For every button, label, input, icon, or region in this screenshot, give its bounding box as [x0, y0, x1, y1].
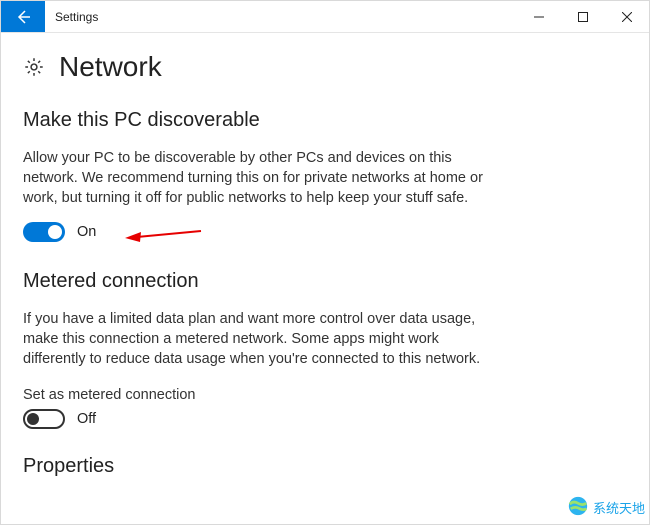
metered-description: If you have a limited data plan and want…: [23, 309, 483, 369]
discoverable-heading: Make this PC discoverable: [23, 109, 627, 132]
back-button[interactable]: [1, 1, 45, 32]
content-area: Network Make this PC discoverable Allow …: [1, 33, 649, 524]
discoverable-toggle[interactable]: [23, 222, 65, 242]
page-header: Network: [23, 51, 627, 83]
watermark-text: 系统天地: [593, 498, 645, 517]
metered-toggle[interactable]: [23, 409, 65, 429]
discoverable-toggle-label: On: [77, 224, 96, 240]
metered-heading: Metered connection: [23, 270, 627, 293]
discoverable-toggle-row: On: [23, 222, 627, 242]
metered-toggle-label: Off: [77, 411, 96, 427]
page-title: Network: [59, 51, 162, 83]
settings-window: Settings Network Make this PC discoverab…: [0, 0, 650, 525]
globe-icon: [567, 495, 589, 520]
titlebar: Settings: [1, 1, 649, 33]
close-button[interactable]: [605, 1, 649, 32]
window-title: Settings: [45, 1, 98, 32]
minimize-button[interactable]: [517, 1, 561, 32]
maximize-button[interactable]: [561, 1, 605, 32]
metered-toggle-row: Off: [23, 409, 627, 429]
watermark: 系统天地: [567, 495, 645, 520]
discoverable-description: Allow your PC to be discoverable by othe…: [23, 148, 483, 208]
metered-toggle-caption: Set as metered connection: [23, 387, 627, 403]
gear-icon: [23, 56, 45, 78]
annotation-arrow-icon: [123, 225, 203, 250]
properties-heading: Properties: [23, 455, 627, 478]
